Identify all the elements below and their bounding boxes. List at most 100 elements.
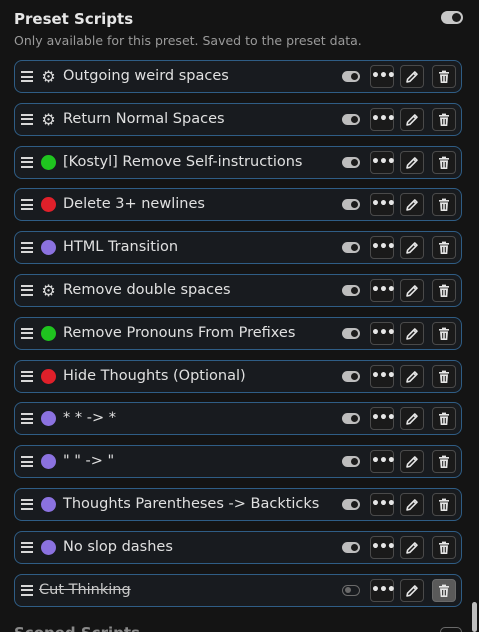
edit-button[interactable]	[400, 535, 424, 559]
edit-button[interactable]	[400, 321, 424, 345]
script-enable-toggle[interactable]	[342, 71, 360, 82]
delete-button[interactable]	[432, 236, 456, 260]
drag-handle-icon[interactable]	[21, 241, 33, 254]
pencil-icon	[406, 113, 418, 126]
script-row[interactable]: No slop dashes •••	[14, 530, 462, 564]
script-enable-toggle[interactable]	[342, 584, 360, 596]
edit-button[interactable]	[400, 278, 424, 302]
next-section-toggle[interactable]	[440, 627, 462, 632]
drag-handle-icon[interactable]	[21, 541, 33, 554]
script-row[interactable]: [Kostyl] Remove Self-instructions •••	[14, 145, 462, 179]
script-enable-toggle[interactable]	[342, 113, 360, 125]
delete-button[interactable]	[432, 193, 456, 217]
delete-button[interactable]	[432, 150, 456, 174]
preset-scripts-panel: Preset Scripts Only available for this p…	[0, 0, 479, 632]
ellipsis-icon: •••	[371, 367, 396, 384]
script-enable-toggle[interactable]	[342, 541, 360, 553]
drag-handle-icon[interactable]	[21, 113, 33, 126]
script-enable-toggle[interactable]	[342, 413, 360, 425]
script-row[interactable]: ⚙ Outgoing weird spaces •••	[14, 60, 462, 93]
drag-handle-icon[interactable]	[21, 198, 33, 211]
section-subtitle: Only available for this preset. Saved to…	[14, 33, 362, 48]
drag-handle-icon[interactable]	[21, 70, 33, 83]
script-row[interactable]: " " -> " •••	[14, 445, 462, 479]
edit-button[interactable]	[400, 364, 424, 388]
script-enable-toggle[interactable]	[342, 456, 360, 468]
delete-button[interactable]	[432, 65, 456, 88]
delete-button[interactable]	[432, 492, 456, 516]
edit-button[interactable]	[400, 65, 424, 88]
more-options-button[interactable]: •••	[370, 535, 396, 559]
script-row[interactable]: Delete 3+ newlines •••	[14, 188, 462, 222]
script-row[interactable]: ⚙ Remove double spaces •••	[14, 273, 462, 307]
script-enable-toggle[interactable]	[342, 242, 360, 254]
drag-handle-icon[interactable]	[21, 412, 33, 425]
more-options-button[interactable]: •••	[370, 150, 396, 174]
script-row[interactable]: Hide Thoughts (Optional) •••	[14, 359, 462, 393]
delete-button[interactable]	[432, 364, 456, 388]
script-list: ⚙ Outgoing weird spaces ••• ⚙ Return Normal …	[14, 60, 462, 616]
delete-button[interactable]	[432, 278, 456, 302]
ellipsis-icon: •••	[371, 196, 396, 213]
delete-button[interactable]	[432, 407, 456, 431]
edit-button[interactable]	[400, 150, 424, 174]
edit-button[interactable]	[400, 578, 424, 602]
ellipsis-icon: •••	[371, 110, 396, 127]
drag-handle-icon[interactable]	[21, 156, 33, 169]
script-row[interactable]: Remove Pronouns From Prefixes •••	[14, 316, 462, 350]
script-row[interactable]: ⚙ Return Normal Spaces •••	[14, 102, 462, 136]
status-dot-purple	[41, 240, 56, 256]
more-options-button[interactable]: •••	[370, 364, 396, 388]
delete-button[interactable]	[432, 321, 456, 345]
drag-handle-icon[interactable]	[21, 498, 33, 511]
more-options-button[interactable]: •••	[370, 578, 396, 602]
script-enable-toggle[interactable]	[342, 156, 360, 168]
trash-icon	[439, 455, 449, 469]
script-label: Remove Pronouns From Prefixes	[63, 324, 296, 341]
edit-button[interactable]	[400, 450, 424, 474]
more-options-button[interactable]: •••	[370, 278, 396, 302]
script-row[interactable]: Cut Thinking •••	[14, 573, 462, 607]
script-label: Remove double spaces	[63, 281, 231, 298]
drag-handle-icon[interactable]	[21, 327, 33, 340]
edit-button[interactable]	[400, 193, 424, 217]
more-options-button[interactable]: •••	[370, 107, 396, 131]
scrollbar-thumb[interactable]	[472, 602, 477, 632]
delete-button[interactable]	[432, 535, 456, 559]
edit-button[interactable]	[400, 492, 424, 516]
pencil-icon	[406, 327, 418, 340]
more-options-button[interactable]: •••	[370, 193, 396, 217]
delete-button[interactable]	[432, 107, 456, 131]
more-options-button[interactable]: •••	[370, 321, 396, 345]
edit-button[interactable]	[400, 236, 424, 260]
script-row[interactable]: * * -> * •••	[14, 402, 462, 436]
edit-button[interactable]	[400, 407, 424, 431]
script-label: Outgoing weird spaces	[63, 68, 229, 84]
script-enable-toggle[interactable]	[342, 370, 360, 382]
delete-button[interactable]	[432, 450, 456, 474]
script-enable-toggle[interactable]	[342, 327, 360, 339]
script-enable-toggle[interactable]	[342, 284, 360, 296]
more-options-button[interactable]: •••	[370, 450, 396, 474]
more-options-button[interactable]: •••	[370, 236, 396, 260]
script-row[interactable]: Thoughts Parentheses -> Backticks •••	[14, 487, 462, 521]
script-enable-toggle[interactable]	[342, 199, 360, 211]
script-label: [Kostyl] Remove Self-instructions	[63, 153, 303, 170]
drag-handle-icon[interactable]	[21, 284, 33, 297]
delete-button[interactable]	[432, 578, 456, 602]
script-row[interactable]: HTML Transition •••	[14, 231, 462, 265]
edit-button[interactable]	[400, 107, 424, 131]
script-label: Return Normal Spaces	[63, 110, 225, 127]
more-options-button[interactable]: •••	[370, 407, 396, 431]
drag-handle-icon[interactable]	[21, 370, 33, 383]
drag-handle-icon[interactable]	[21, 584, 33, 597]
trash-icon	[439, 498, 449, 511]
preset-scripts-toggle[interactable]	[441, 11, 463, 24]
drag-handle-icon[interactable]	[21, 455, 33, 468]
script-enable-toggle[interactable]	[342, 498, 360, 510]
more-options-button[interactable]: •••	[370, 65, 396, 88]
status-dot-purple	[41, 496, 56, 512]
more-options-button[interactable]: •••	[370, 492, 396, 516]
pencil-icon	[406, 584, 418, 597]
trash-icon	[439, 198, 449, 212]
